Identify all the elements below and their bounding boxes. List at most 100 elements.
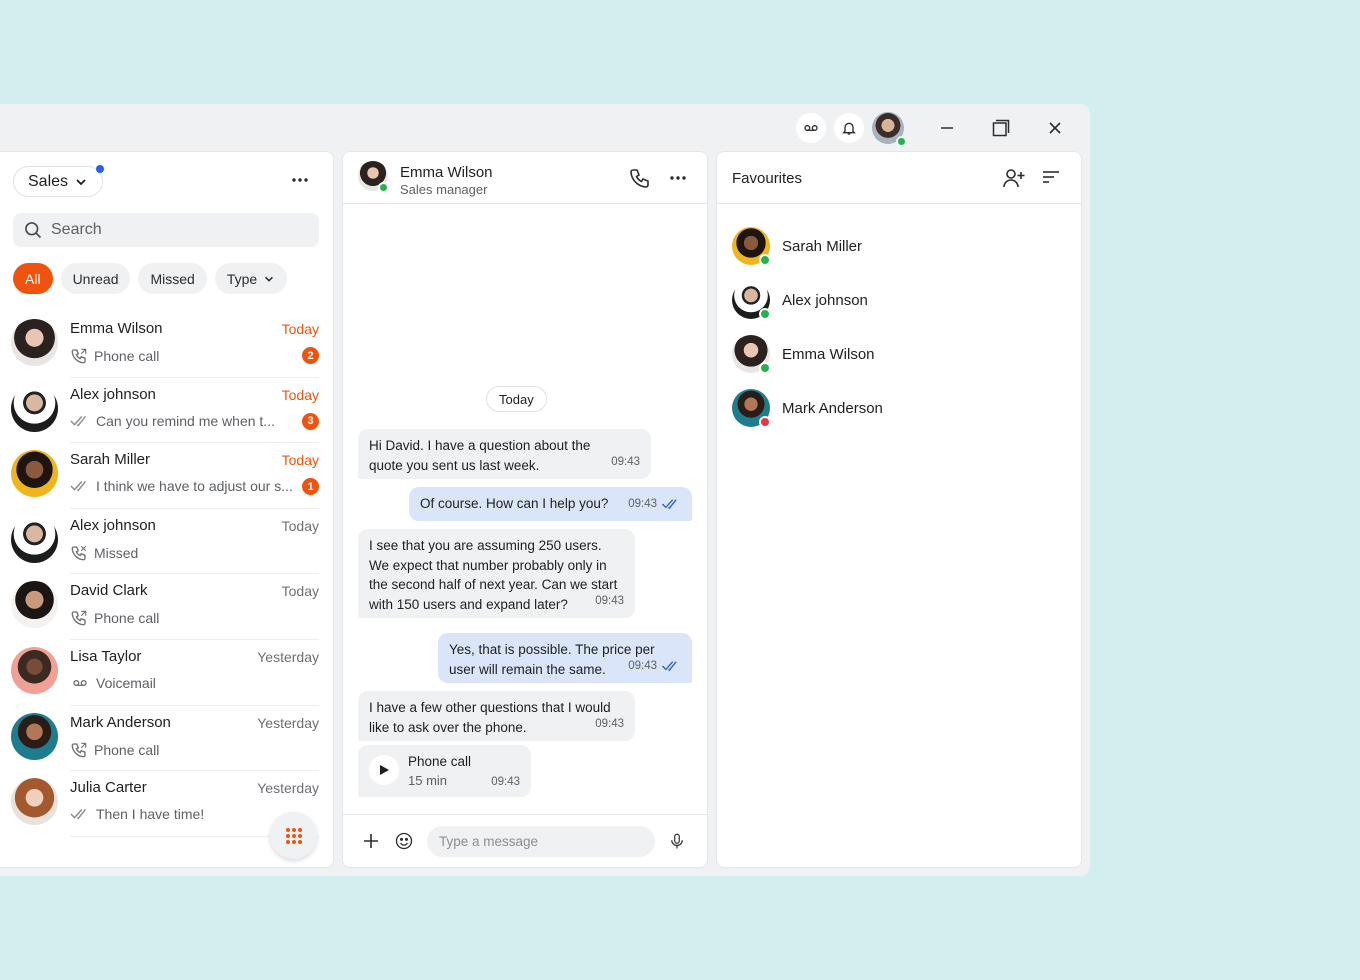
conversation-item[interactable]: Sarah Miller Today I think we have to ad… — [11, 443, 319, 509]
phone-icon — [630, 169, 649, 188]
maximize-icon — [992, 119, 1010, 137]
conversation-preview-text: Can you remind me when t... — [96, 412, 275, 429]
conversation-name: Lisa Taylor — [70, 647, 142, 665]
conversation-time: Today — [281, 517, 319, 534]
conversation-preview: Phone call — [70, 609, 298, 627]
conversation-preview: Phone call — [70, 347, 298, 365]
app-window: Sales Search All Unread Missed Type Emma… — [0, 104, 1090, 876]
conversation-item[interactable]: Lisa Taylor Yesterday Voicemail — [11, 640, 319, 706]
message-outgoing: Of course. How can I help you? 09:43 — [409, 487, 692, 521]
conversation-item[interactable]: Emma Wilson Today Phone call 2 — [11, 312, 319, 378]
add-favourite-button[interactable] — [1002, 167, 1026, 194]
avatar — [11, 515, 58, 563]
conversation-preview-text: I think we have to adjust our s... — [96, 478, 293, 495]
avatar — [11, 450, 58, 498]
team-selector-label: Sales — [28, 172, 69, 190]
notifications-button[interactable] — [834, 113, 864, 143]
day-separator-label: Today — [499, 391, 534, 407]
favourite-name: Sarah Miller — [782, 238, 863, 255]
conversation-list: Emma Wilson Today Phone call 2 Alex john… — [11, 312, 319, 837]
message-time: 09:43 — [628, 659, 657, 672]
more-options-button[interactable] — [291, 170, 309, 188]
close-icon — [1049, 122, 1061, 134]
conversation-item[interactable]: Mark Anderson Yesterday Phone call — [11, 706, 319, 772]
message-composer — [343, 814, 707, 867]
filter-missed[interactable]: Missed — [138, 263, 207, 294]
conversation-item[interactable]: Alex johnson Today Missed — [11, 509, 319, 575]
dialpad-button[interactable] — [270, 812, 317, 859]
search-box[interactable]: Search — [13, 213, 319, 247]
conversation-item[interactable]: David Clark Today Phone call — [11, 574, 319, 640]
message-outgoing: Yes, that is possible. The price per use… — [438, 633, 692, 683]
conversation-preview: Can you remind me when t... — [70, 413, 298, 429]
message-input[interactable] — [427, 826, 655, 857]
emoji-button[interactable] — [394, 831, 414, 856]
missed-call-icon — [71, 545, 87, 561]
filter-chips: All Unread Missed Type — [13, 263, 288, 294]
sort-button[interactable] — [1041, 167, 1061, 192]
conversation-time: Yesterday — [257, 714, 319, 731]
online-status-dot — [759, 362, 771, 374]
conversation-preview-text: Phone call — [94, 741, 160, 758]
favourite-item[interactable]: Emma Wilson — [732, 335, 1052, 389]
unread-badge: 3 — [302, 412, 319, 430]
avatar — [11, 646, 58, 694]
call-button[interactable] — [628, 167, 652, 196]
chat-more-button[interactable] — [669, 168, 687, 186]
play-button[interactable] — [369, 755, 399, 785]
online-status-dot — [378, 182, 389, 193]
titlebar-controls — [796, 110, 1078, 147]
message-time: 09:43 — [595, 594, 624, 607]
favourites-header: Favourites — [717, 152, 1081, 204]
message-text: Hi David. I have a question about the qu… — [369, 438, 591, 473]
favourite-item[interactable]: Sarah Miller — [732, 227, 1052, 281]
phone-call-icon — [71, 348, 87, 364]
attach-button[interactable] — [362, 832, 380, 855]
team-selector[interactable]: Sales — [13, 165, 105, 197]
filter-all[interactable]: All — [13, 263, 53, 294]
voicemail-button[interactable] — [796, 113, 826, 143]
conversation-preview-text: Then I have time! — [96, 806, 205, 823]
message-incoming: I have a few other questions that I woul… — [358, 691, 635, 741]
search-input[interactable]: Search — [51, 221, 102, 239]
filter-type[interactable]: Type — [214, 263, 288, 294]
conversation-time: Yesterday — [257, 780, 319, 797]
conversation-preview-text: Missed — [94, 544, 139, 561]
minimize-button[interactable] — [924, 110, 970, 146]
minimize-icon — [941, 127, 953, 129]
current-user-avatar[interactable] — [872, 112, 907, 147]
conversation-name: Mark Anderson — [70, 713, 171, 731]
conversation-preview: I think we have to adjust our s... — [70, 478, 298, 494]
avatar — [11, 384, 58, 432]
conversation-item[interactable]: Alex johnson Today Can you remind me whe… — [11, 378, 319, 444]
read-receipt-icon — [661, 661, 677, 672]
avatar — [11, 319, 58, 366]
add-user-icon — [1003, 169, 1025, 188]
call-duration: 15 min — [408, 773, 448, 788]
conversation-preview: Missed — [70, 544, 298, 562]
favourite-item[interactable]: Mark Anderson — [732, 389, 1052, 443]
maximize-button[interactable] — [978, 110, 1024, 146]
conversation-name: Alex johnson — [70, 516, 156, 534]
favourite-item[interactable]: Alex johnson — [732, 281, 1052, 335]
day-separator: Today — [486, 386, 547, 412]
close-button[interactable] — [1032, 110, 1078, 146]
voice-message-button[interactable] — [668, 831, 686, 856]
double-check-icon — [70, 809, 87, 820]
avatar — [11, 581, 58, 629]
filter-missed-label: Missed — [150, 270, 195, 287]
read-receipt-icon — [661, 499, 677, 510]
conversation-preview-text: Phone call — [94, 610, 160, 627]
conversation-time: Today — [281, 452, 319, 469]
conversation-preview: Then I have time! — [70, 806, 298, 822]
unread-badge: 1 — [302, 478, 319, 496]
message-time: 09:43 — [628, 497, 657, 510]
conversation-preview-text: Voicemail — [96, 674, 156, 691]
double-check-icon — [70, 481, 87, 492]
favourite-name: Mark Anderson — [782, 400, 883, 417]
unread-badge: 2 — [302, 347, 319, 364]
filter-unread[interactable]: Unread — [60, 263, 131, 294]
chat-header: Emma Wilson Sales manager — [343, 152, 707, 204]
conversation-name: Julia Carter — [70, 779, 147, 797]
voicemail-icon — [804, 125, 818, 131]
